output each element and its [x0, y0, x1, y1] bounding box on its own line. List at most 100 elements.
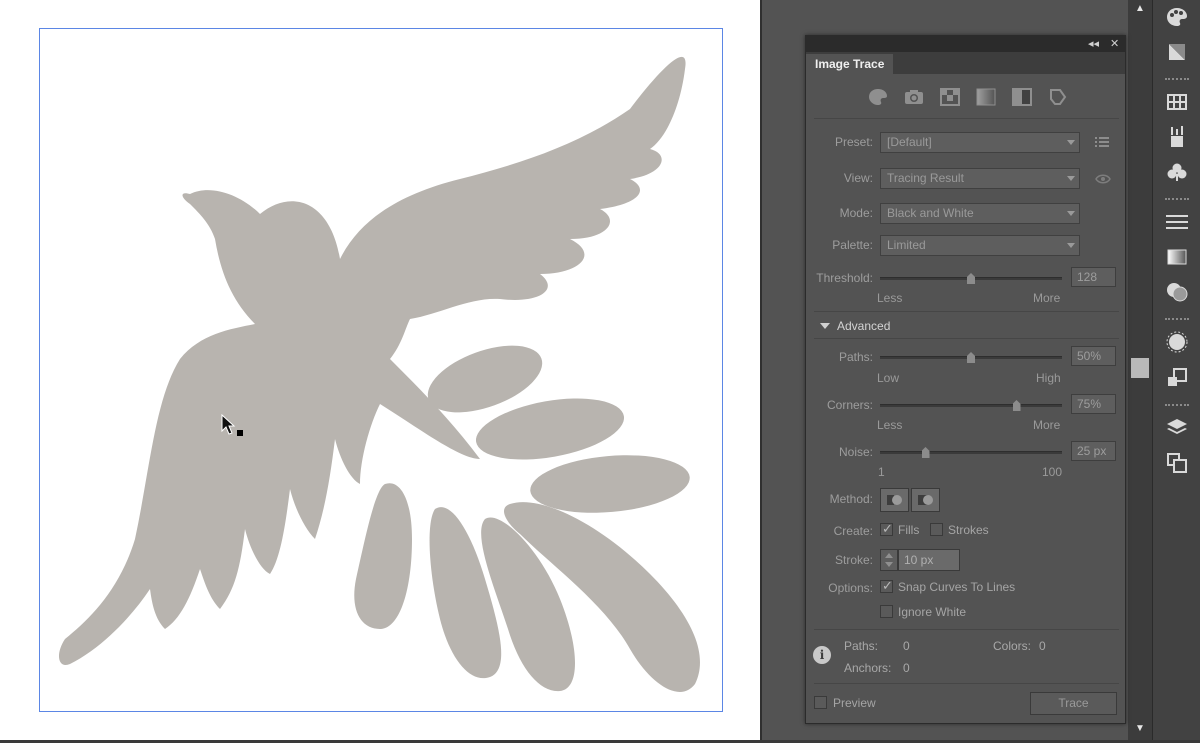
options-label: Options: — [828, 581, 873, 595]
stats-colors-value: 0 — [1039, 639, 1046, 653]
fills-label: Fills — [898, 523, 920, 537]
outline-icon[interactable] — [1044, 87, 1071, 107]
gradient-icon[interactable] — [1165, 245, 1189, 269]
eye-icon[interactable] — [1095, 173, 1111, 187]
scroll-down-icon[interactable]: ▼ — [1128, 720, 1152, 738]
swatches-icon[interactable] — [1165, 90, 1189, 114]
scroll-thumb[interactable] — [1131, 358, 1149, 378]
panel-title-bar[interactable]: ◂◂ ✕ — [806, 36, 1125, 52]
artboard[interactable] — [39, 28, 723, 712]
stroke-label: Stroke: — [834, 553, 873, 567]
artboards-icon[interactable] — [1165, 451, 1189, 475]
document-canvas[interactable] — [0, 0, 760, 740]
snap-curves-checkbox[interactable]: ✓ — [880, 578, 893, 593]
preset-value: [Default] — [887, 135, 932, 149]
black-and-white-icon[interactable] — [1008, 87, 1035, 107]
corners-slider[interactable] — [880, 400, 1062, 411]
palette-value: Limited — [887, 238, 926, 252]
threshold-value-field[interactable]: 128 — [1071, 267, 1116, 287]
chevron-down-icon — [1067, 140, 1075, 145]
right-panel-dock — [1152, 0, 1200, 740]
stats-anchors-value: 0 — [903, 661, 910, 675]
mode-dropdown[interactable]: Black and White — [880, 203, 1080, 224]
stroke-value-field[interactable]: 10 px — [898, 549, 960, 571]
high-fidelity-photo-icon[interactable] — [900, 87, 927, 107]
threshold-slider[interactable] — [880, 273, 1062, 284]
paths-slider-knob[interactable] — [967, 352, 975, 363]
ignore-white-checkbox[interactable] — [880, 605, 893, 618]
corners-value-field[interactable]: 75% — [1071, 394, 1116, 414]
corners-slider-knob[interactable] — [1012, 400, 1021, 411]
color-palette-icon[interactable] — [1165, 5, 1189, 29]
chevron-down-icon — [1067, 176, 1075, 181]
symbols-icon[interactable] — [1165, 160, 1189, 184]
increment-icon[interactable] — [885, 553, 893, 558]
threshold-min-label: Less — [877, 291, 903, 305]
view-value: Tracing Result — [887, 171, 964, 185]
noise-value-field[interactable]: 25 px — [1071, 441, 1116, 461]
noise-min-label: 1 — [878, 465, 885, 479]
paths-slider[interactable] — [880, 352, 1062, 363]
paths-max-label: High — [1036, 371, 1061, 385]
chevron-down-icon — [1067, 211, 1075, 216]
preview-checkbox[interactable] — [814, 696, 827, 709]
method-label: Method: — [829, 492, 873, 506]
strokes-label: Strokes — [948, 523, 989, 537]
low-fidelity-photo-icon[interactable] — [936, 87, 963, 107]
advanced-toggle[interactable]: Advanced — [820, 319, 890, 333]
image-trace-panel: ◂◂ ✕ Image Trace Preset: [Default] View:… — [805, 35, 1126, 724]
appearance-icon[interactable] — [1165, 330, 1189, 354]
strokes-checkbox[interactable] — [930, 523, 943, 536]
method-abutting-button[interactable] — [880, 488, 909, 512]
color-guide-icon[interactable] — [1165, 40, 1189, 64]
auto-color-icon[interactable] — [864, 87, 891, 107]
corners-max-label: More — [1033, 418, 1061, 432]
paths-min-label: Low — [877, 371, 900, 385]
noise-slider[interactable] — [880, 447, 1062, 458]
create-label: Create: — [833, 524, 873, 538]
palette-label: Palette: — [832, 238, 873, 252]
stroke-stepper[interactable] — [880, 549, 898, 571]
paths-value-field[interactable]: 50% — [1071, 346, 1116, 366]
stroke-icon[interactable] — [1165, 210, 1189, 234]
layers-icon[interactable] — [1165, 416, 1189, 440]
threshold-slider-knob[interactable] — [967, 273, 975, 284]
view-dropdown[interactable]: Tracing Result — [880, 168, 1080, 189]
stats-paths-label: Paths: — [844, 639, 879, 653]
vertical-scrollbar[interactable]: ▲ ▼ — [1128, 0, 1152, 740]
corners-label: Corners: — [826, 398, 873, 412]
decrement-icon[interactable] — [885, 562, 893, 567]
threshold-label: Threshold: — [816, 271, 873, 285]
selection-cursor-icon — [221, 414, 243, 436]
preset-label: Preset: — [834, 135, 873, 149]
preset-dropdown[interactable]: [Default] — [880, 132, 1080, 153]
fills-checkbox[interactable]: ✓ — [880, 521, 893, 536]
noise-max-label: 100 — [1042, 465, 1063, 479]
noise-slider-knob[interactable] — [921, 447, 930, 458]
scroll-up-icon[interactable]: ▲ — [1128, 0, 1152, 18]
palette-dropdown[interactable]: Limited — [880, 235, 1080, 256]
trace-button[interactable]: Trace — [1030, 692, 1117, 715]
grayscale-icon[interactable] — [972, 87, 999, 107]
preview-label: Preview — [833, 696, 876, 710]
manage-presets-icon[interactable] — [1095, 136, 1109, 151]
stats-colors-label: Colors: — [993, 639, 1032, 653]
stats-anchors-label: Anchors: — [844, 661, 892, 675]
advanced-label: Advanced — [837, 319, 891, 333]
graphic-styles-icon[interactable] — [1165, 366, 1189, 390]
check-icon: ✓ — [882, 578, 893, 593]
view-label: View: — [843, 171, 873, 185]
close-icon[interactable]: ✕ — [1110, 37, 1119, 51]
ignore-white-label: Ignore White — [898, 605, 967, 619]
noise-label: Noise: — [838, 445, 873, 459]
mode-label: Mode: — [839, 206, 873, 220]
mode-value: Black and White — [887, 206, 974, 220]
transparency-icon[interactable] — [1165, 280, 1189, 304]
bird-artwork[interactable] — [40, 29, 724, 713]
tab-image-trace[interactable]: Image Trace — [806, 54, 894, 74]
drop-4 — [354, 483, 412, 629]
collapse-panel-icon[interactable]: ◂◂ — [1088, 37, 1099, 51]
snap-curves-label: Snap Curves To Lines — [898, 580, 1016, 594]
brushes-icon[interactable] — [1165, 125, 1189, 149]
method-overlapping-button[interactable] — [911, 488, 940, 512]
